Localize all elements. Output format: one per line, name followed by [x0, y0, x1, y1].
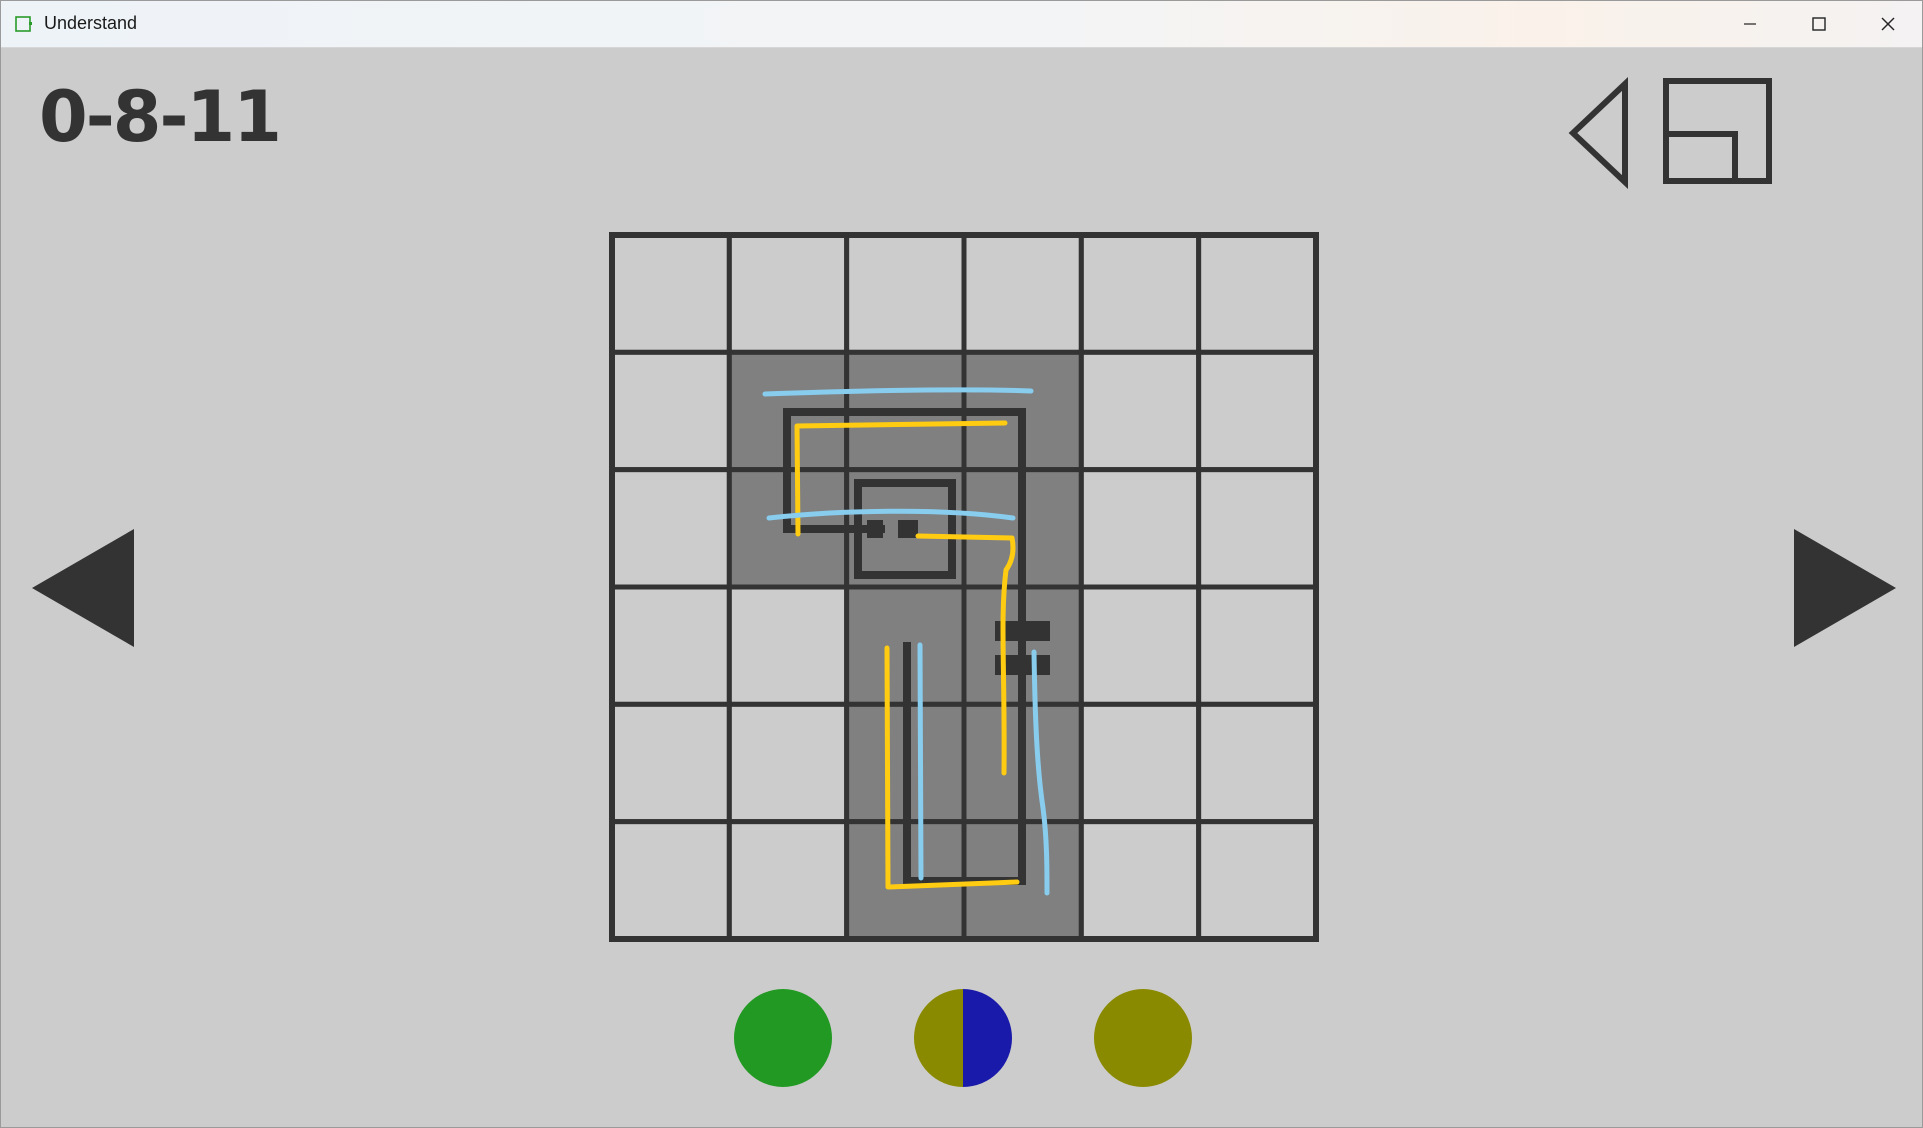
game-canvas	[32, 76, 1896, 1087]
app-window-icon	[15, 16, 32, 32]
small-block	[995, 655, 1019, 675]
window-title: Understand	[44, 13, 138, 33]
maximize-icon	[1812, 17, 1826, 31]
small-block	[1026, 621, 1050, 641]
close-button[interactable]	[1854, 1, 1922, 47]
small-block	[898, 520, 918, 538]
fullscreen-icon[interactable]	[1663, 78, 1772, 184]
grid-cell[interactable]	[726, 232, 850, 355]
grid-cell[interactable]	[1196, 467, 1319, 590]
grid-cell[interactable]	[1078, 584, 1202, 707]
indicator-green	[734, 989, 832, 1087]
maximize-button[interactable]	[1785, 1, 1853, 47]
grid-cell[interactable]	[1078, 701, 1202, 825]
next-level-icon[interactable]	[1794, 529, 1896, 647]
grid-cell[interactable]	[1078, 819, 1202, 942]
grid-cell[interactable]	[609, 584, 732, 707]
grid-cell[interactable]	[609, 349, 732, 473]
grid-cell[interactable]	[726, 819, 850, 942]
minimize-icon	[1744, 23, 1756, 25]
indicators	[734, 989, 1192, 1087]
minimize-button[interactable]	[1716, 1, 1784, 47]
grid-cell[interactable]	[1196, 701, 1319, 825]
small-block	[1026, 655, 1050, 675]
previous-level-icon[interactable]	[32, 529, 134, 647]
board-cells	[609, 232, 1319, 942]
close-icon	[1881, 17, 1895, 31]
grid-cell[interactable]	[609, 232, 732, 355]
title-bar[interactable]: Understand	[1, 1, 1922, 48]
blue-stroke	[917, 642, 924, 881]
grid-cell[interactable]	[1078, 232, 1202, 355]
grid-cell[interactable]	[844, 232, 967, 355]
grid-cell[interactable]	[1196, 349, 1319, 473]
grid-cell[interactable]	[609, 819, 732, 942]
game-area: 0-8-11	[1, 48, 1922, 1127]
grid-cell[interactable]	[1196, 584, 1319, 707]
grid-cell[interactable]	[1196, 819, 1319, 942]
grid-cell[interactable]	[1078, 349, 1202, 473]
grid-cell[interactable]	[609, 467, 732, 590]
sound-icon[interactable]	[1566, 76, 1628, 189]
grid-cell[interactable]	[726, 701, 850, 825]
grid-cell[interactable]	[961, 232, 1084, 355]
small-block	[867, 520, 883, 538]
small-block	[995, 621, 1019, 641]
indicator-olive	[1094, 989, 1192, 1087]
grid-cell[interactable]	[609, 701, 732, 825]
grid-cell[interactable]	[1078, 467, 1202, 590]
grid-cell[interactable]	[1196, 232, 1319, 355]
grid-cell[interactable]	[726, 584, 850, 707]
app-window: Understand 0-8-11	[0, 0, 1923, 1128]
puzzle-board	[609, 232, 1319, 942]
indicator-olive-blue	[914, 989, 1012, 1087]
